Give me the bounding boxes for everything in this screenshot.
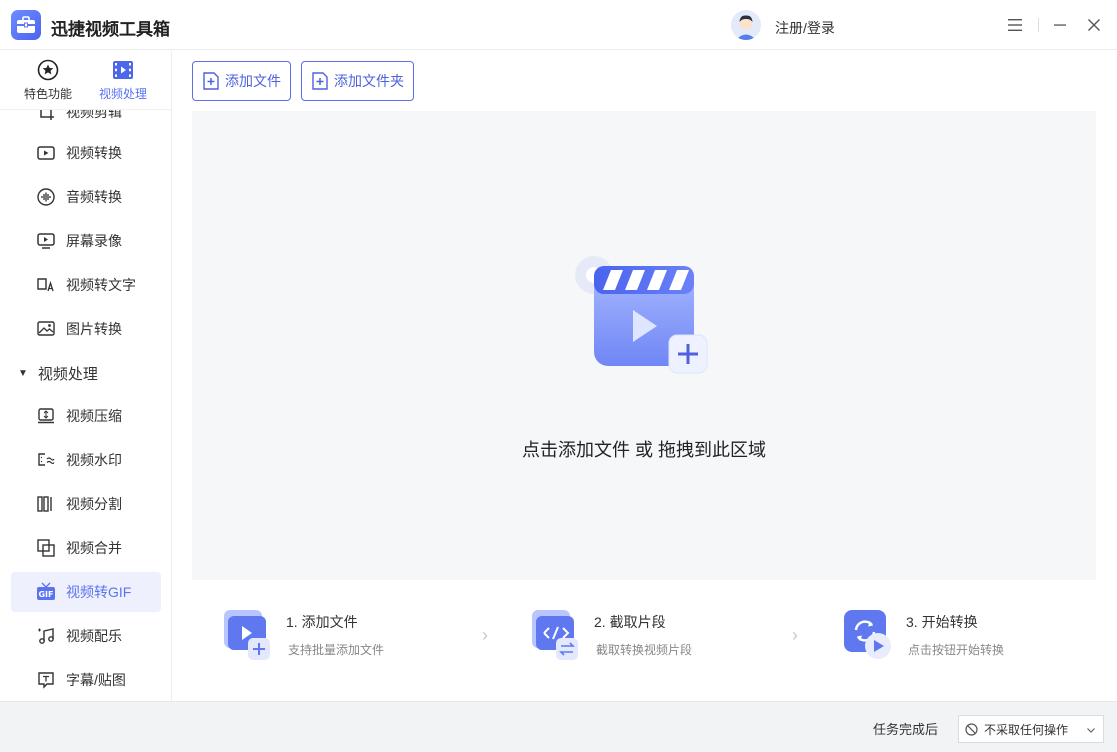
sidebar-item-label: 视频分割 — [66, 496, 122, 512]
menu-button[interactable] — [1003, 13, 1027, 37]
add-file-button[interactable]: 添加文件 — [192, 61, 291, 101]
sidebar-item-label: 图片转换 — [66, 321, 122, 337]
group-label: 视频处理 — [37, 365, 98, 383]
sidebar-item-label: 视频合并 — [66, 540, 122, 556]
step-start-convert-icon — [842, 608, 894, 660]
sidebar-item-subtitle-sticker[interactable]: 字幕/贴图 — [11, 660, 161, 700]
ban-icon — [965, 722, 978, 736]
sidebar-item-label: 视频转GIF — [66, 584, 132, 600]
drop-zone[interactable]: 点击添加文件 或 拖拽到此区域 — [192, 111, 1096, 580]
star-icon — [37, 59, 59, 81]
after-task-select[interactable]: 不采取任何操作 — [958, 715, 1104, 743]
steps-guide: 1. 添加文件 支持批量添加文件 › 2. 截取片段 截取转换视频片段 › 3.… — [192, 595, 1096, 675]
chevron-down-icon — [1086, 724, 1096, 738]
caret-down-icon: ▼ — [18, 367, 28, 379]
user-avatar-icon — [731, 10, 761, 40]
step-add-file: 1. 添加文件 支持批量添加文件 — [192, 595, 492, 675]
image-icon — [35, 318, 57, 340]
sidebar-item-label: 视频转文字 — [66, 277, 136, 293]
video-convert-icon — [35, 142, 57, 164]
step-title: 3. 开始转换 — [906, 614, 978, 630]
app-title: 迅捷视频工具箱 — [51, 20, 170, 39]
clapperboard-add-icon — [575, 256, 715, 391]
tab-label: 视频处理 — [98, 87, 147, 101]
add-folder-icon — [312, 72, 328, 90]
step-trim-clip: 2. 截取片段 截取转换视频片段 — [500, 595, 800, 675]
step-start-convert: 3. 开始转换 点击按钮开始转换 — [812, 595, 1096, 675]
sidebar-item-video-watermark[interactable]: 视频水印 — [11, 440, 161, 480]
sidebar-item-label: 字幕/贴图 — [66, 672, 126, 688]
add-folder-label: 添加文件夹 — [334, 73, 404, 89]
close-icon — [1088, 19, 1100, 31]
step-desc: 截取转换视频片段 — [596, 643, 693, 657]
add-file-label: 添加文件 — [225, 73, 281, 89]
hamburger-icon — [1008, 19, 1022, 31]
sidebar-item-label: 音频转换 — [66, 189, 122, 205]
sidebar-item-video-to-text[interactable]: 视频转文字 — [11, 265, 161, 305]
close-button[interactable] — [1082, 13, 1106, 37]
split-icon — [35, 493, 57, 515]
step-add-file-icon — [222, 608, 274, 660]
step-desc: 点击按钮开始转换 — [908, 643, 1005, 657]
step-desc: 支持批量添加文件 — [288, 643, 385, 657]
sidebar-item-label: 视频配乐 — [66, 628, 122, 644]
chevron-right-icon: › — [792, 625, 798, 645]
sidebar-item-video-split[interactable]: 视频分割 — [11, 484, 161, 524]
chevron-right-icon: › — [482, 625, 488, 645]
sidebar-tabs: 特色功能 视频处理 — [0, 51, 171, 110]
sidebar-item-label: 视频水印 — [66, 452, 122, 468]
avatar[interactable] — [731, 10, 761, 40]
watermark-icon — [35, 449, 57, 471]
sidebar: 视频剪辑 特色功能 视频处理 视频转换 音频转换 屏幕录像 视频转文字 图片转换… — [0, 51, 172, 701]
sidebar-item-label: 屏幕录像 — [66, 233, 122, 249]
sidebar-item-image-convert[interactable]: 图片转换 — [11, 309, 161, 349]
tab-featured[interactable]: 特色功能 — [13, 59, 83, 102]
after-task-label: 任务完成后 — [873, 722, 939, 737]
tab-label: 特色功能 — [23, 87, 72, 101]
music-icon — [35, 625, 57, 647]
add-file-icon — [203, 72, 219, 90]
sidebar-item-label: 视频转换 — [66, 145, 122, 161]
minimize-icon — [1054, 24, 1066, 26]
toolbox-icon — [17, 16, 35, 33]
sidebar-item-label: 视频压缩 — [66, 408, 122, 424]
add-folder-button[interactable]: 添加文件夹 — [301, 61, 414, 101]
film-icon — [113, 61, 133, 79]
title-bar: 迅捷视频工具箱 注册/登录 — [0, 0, 1117, 50]
audio-wave-icon — [35, 186, 57, 208]
tab-video-processing[interactable]: 视频处理 — [88, 59, 158, 102]
merge-icon — [35, 537, 57, 559]
status-bar: 任务完成后 不采取任何操作 — [0, 701, 1117, 752]
sidebar-item-video-convert[interactable]: 视频转换 — [11, 133, 161, 173]
gif-icon: GIF — [35, 581, 57, 603]
sidebar-item-screen-record[interactable]: 屏幕录像 — [11, 221, 161, 261]
subtitle-icon — [35, 669, 57, 691]
sidebar-item-video-to-gif[interactable]: GIF 视频转GIF — [11, 572, 161, 612]
compress-icon — [35, 405, 57, 427]
video-to-text-icon — [35, 274, 57, 296]
minimize-button[interactable] — [1048, 13, 1072, 37]
sidebar-item-audio-convert[interactable]: 音频转换 — [11, 177, 161, 217]
group-video-processing[interactable]: ▼ 视频处理 — [0, 353, 171, 393]
step-title: 1. 添加文件 — [286, 614, 358, 630]
sidebar-item-video-merge[interactable]: 视频合并 — [11, 528, 161, 568]
step-title: 2. 截取片段 — [594, 614, 666, 630]
screen-record-icon — [35, 230, 57, 252]
svg-text:GIF: GIF — [38, 590, 53, 599]
app-logo — [11, 10, 41, 40]
title-separator — [1038, 18, 1039, 32]
login-link[interactable]: 注册/登录 — [775, 18, 835, 38]
after-task-value: 不采取任何操作 — [984, 722, 1069, 737]
step-trim-clip-icon — [530, 608, 582, 660]
sidebar-item-video-music[interactable]: 视频配乐 — [11, 616, 161, 656]
sidebar-item-video-compress[interactable]: 视频压缩 — [11, 396, 161, 436]
drop-hint: 点击添加文件 或 拖拽到此区域 — [521, 440, 766, 460]
